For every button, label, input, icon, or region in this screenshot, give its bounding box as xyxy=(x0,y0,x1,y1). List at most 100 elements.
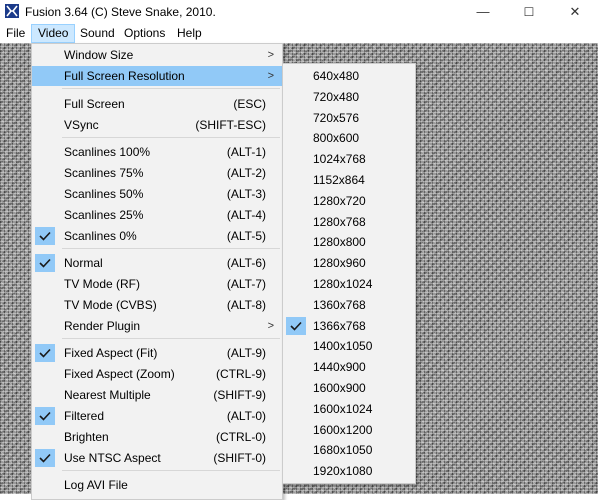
menu-item-label: TV Mode (CVBS) xyxy=(64,298,157,312)
resolution-label: 1366x768 xyxy=(313,318,366,333)
menu-item-shortcut: (SHIFT-0) xyxy=(213,451,266,465)
resolution-item[interactable]: 1600x1024 xyxy=(283,399,415,419)
resolution-label: 640x480 xyxy=(313,69,360,83)
menu-separator xyxy=(62,338,280,339)
resolution-item[interactable]: 1280x960 xyxy=(283,253,415,273)
video-menu-item[interactable]: Scanlines 50% (ALT-3) xyxy=(32,184,282,204)
resolution-item[interactable]: 1280x1024 xyxy=(283,274,415,294)
submenu-arrow-icon: > xyxy=(267,70,274,82)
check-icon xyxy=(35,449,55,467)
resolution-item[interactable]: 1280x720 xyxy=(283,191,415,211)
video-menu-item[interactable]: TV Mode (RF) (ALT-7) xyxy=(32,274,282,294)
video-menu-item[interactable]: Use NTSC Aspect (SHIFT-0) xyxy=(32,448,282,468)
menu-item-shortcut: (ESC) xyxy=(233,97,266,111)
resolution-item[interactable]: 1152x864 xyxy=(283,170,415,190)
menu-item-label: Scanlines 75% xyxy=(64,166,144,180)
menu-item-shortcut: (ALT-1) xyxy=(226,145,266,159)
resolution-label: 1600x1200 xyxy=(313,422,373,437)
video-menu-item[interactable]: Filtered (ALT-0) xyxy=(32,406,282,426)
resolution-item[interactable]: 720x576 xyxy=(283,108,415,128)
menu-separator xyxy=(62,470,280,471)
resolution-item[interactable]: 1600x900 xyxy=(283,378,415,398)
video-menu-item[interactable]: Log AVI File xyxy=(32,475,282,495)
resolution-label: 1400x1050 xyxy=(313,339,373,354)
resolution-label: 1280x960 xyxy=(313,256,366,271)
resolution-label: 1280x720 xyxy=(313,193,366,208)
menu-video[interactable]: Video xyxy=(31,24,76,43)
menu-item-label: Normal xyxy=(64,256,103,270)
title-bar: Fusion 3.64 (C) Steve Snake, 2010. — ☐ ✕ xyxy=(0,0,598,24)
resolution-item[interactable]: 640x480 xyxy=(283,66,415,86)
menu-item-shortcut: (ALT-3) xyxy=(226,187,266,201)
video-menu-item[interactable]: Normal (ALT-6) xyxy=(32,253,282,273)
video-menu-item[interactable]: Scanlines 25% (ALT-4) xyxy=(32,205,282,225)
video-menu-item[interactable]: TV Mode (CVBS) (ALT-8) xyxy=(32,295,282,315)
video-menu-item[interactable]: Brighten (CTRL-0) xyxy=(32,427,282,447)
video-menu-item[interactable]: Scanlines 0% (ALT-5) xyxy=(32,226,282,246)
menu-item-shortcut: (ALT-2) xyxy=(226,166,266,180)
video-menu-item[interactable]: Nearest Multiple (SHIFT-9) xyxy=(32,385,282,405)
check-icon xyxy=(35,407,55,425)
menu-item-label: Nearest Multiple xyxy=(64,388,151,402)
video-menu-item[interactable]: Fixed Aspect (Fit) (ALT-9) xyxy=(32,343,282,363)
resolution-label: 1680x1050 xyxy=(313,443,373,458)
menu-file[interactable]: File xyxy=(0,24,31,43)
minimize-button[interactable]: — xyxy=(460,0,506,24)
check-icon xyxy=(35,227,55,245)
video-menu: Window Size > Full Screen Resolution > Full … xyxy=(31,43,283,500)
menu-item-label: Log AVI File xyxy=(64,478,128,492)
menu-item-label: VSync xyxy=(64,118,99,132)
video-menu-item[interactable]: Render Plugin > xyxy=(32,316,282,336)
resolution-item[interactable]: 1024x768 xyxy=(283,149,415,169)
resolution-label: 1360x768 xyxy=(313,297,366,312)
submenu-arrow-icon: > xyxy=(267,320,274,332)
menu-sound[interactable]: Sound xyxy=(74,24,121,43)
video-menu-item[interactable]: Full Screen (ESC) xyxy=(32,94,282,114)
video-menu-item[interactable]: Window Size > xyxy=(32,45,282,65)
menu-item-label: TV Mode (RF) xyxy=(64,277,141,291)
menu-item-label: Scanlines 50% xyxy=(64,187,144,201)
resolution-item[interactable]: 1360x768 xyxy=(283,295,415,315)
resolution-item[interactable]: 1680x1050 xyxy=(283,440,415,460)
video-menu-item[interactable]: Full Screen Resolution > xyxy=(32,66,282,86)
window-title: Fusion 3.64 (C) Steve Snake, 2010. xyxy=(25,5,216,19)
resolution-label: 1280x768 xyxy=(313,214,366,229)
menu-item-shortcut: (SHIFT-9) xyxy=(213,388,266,402)
menu-item-label: Fixed Aspect (Zoom) xyxy=(64,367,175,381)
resolution-item[interactable]: 800x600 xyxy=(283,128,415,148)
resolution-item[interactable]: 1440x900 xyxy=(283,357,415,377)
menu-separator xyxy=(62,88,280,89)
resolution-label: 1280x1024 xyxy=(313,277,373,291)
menu-item-shortcut: (ALT-6) xyxy=(226,256,266,270)
menu-separator xyxy=(62,137,280,138)
check-icon xyxy=(35,254,55,272)
resolution-label: 1440x900 xyxy=(313,360,366,375)
menu-help[interactable]: Help xyxy=(171,24,208,43)
menu-item-shortcut: (ALT-5) xyxy=(226,229,266,243)
resolution-label: 1152x864 xyxy=(313,173,365,187)
resolution-item[interactable]: 1400x1050 xyxy=(283,336,415,356)
resolution-item[interactable]: 1920x1080 xyxy=(283,461,415,481)
video-menu-item[interactable]: Scanlines 100% (ALT-1) xyxy=(32,142,282,162)
menu-item-shortcut: (ALT-0) xyxy=(226,409,266,423)
resolution-item[interactable]: 1280x768 xyxy=(283,212,415,232)
resolution-label: 800x600 xyxy=(313,131,360,146)
menu-item-shortcut: (CTRL-0) xyxy=(216,430,266,444)
video-menu-item[interactable]: Fixed Aspect (Zoom) (CTRL-9) xyxy=(32,364,282,384)
menu-item-label: Full Screen xyxy=(64,97,125,111)
menu-options[interactable]: Options xyxy=(118,24,171,43)
resolution-item[interactable]: 720x480 xyxy=(283,87,415,107)
check-icon xyxy=(286,316,306,335)
resolution-item[interactable]: 1366x768 xyxy=(283,316,415,336)
resolution-label: 1024x768 xyxy=(313,152,366,167)
resolution-label: 720x480 xyxy=(313,89,360,104)
menu-bar: File Video Sound Options Help xyxy=(0,24,598,43)
menu-item-label: Brighten xyxy=(64,430,109,444)
maximize-button[interactable]: ☐ xyxy=(506,0,552,24)
close-button[interactable]: ✕ xyxy=(552,0,598,24)
video-menu-item[interactable]: VSync (SHIFT-ESC) xyxy=(32,115,282,135)
resolution-item[interactable]: 1600x1200 xyxy=(283,420,415,440)
video-menu-item[interactable]: Scanlines 75% (ALT-2) xyxy=(32,163,282,183)
menu-item-shortcut: (CTRL-9) xyxy=(216,367,266,381)
resolution-item[interactable]: 1280x800 xyxy=(283,232,415,252)
